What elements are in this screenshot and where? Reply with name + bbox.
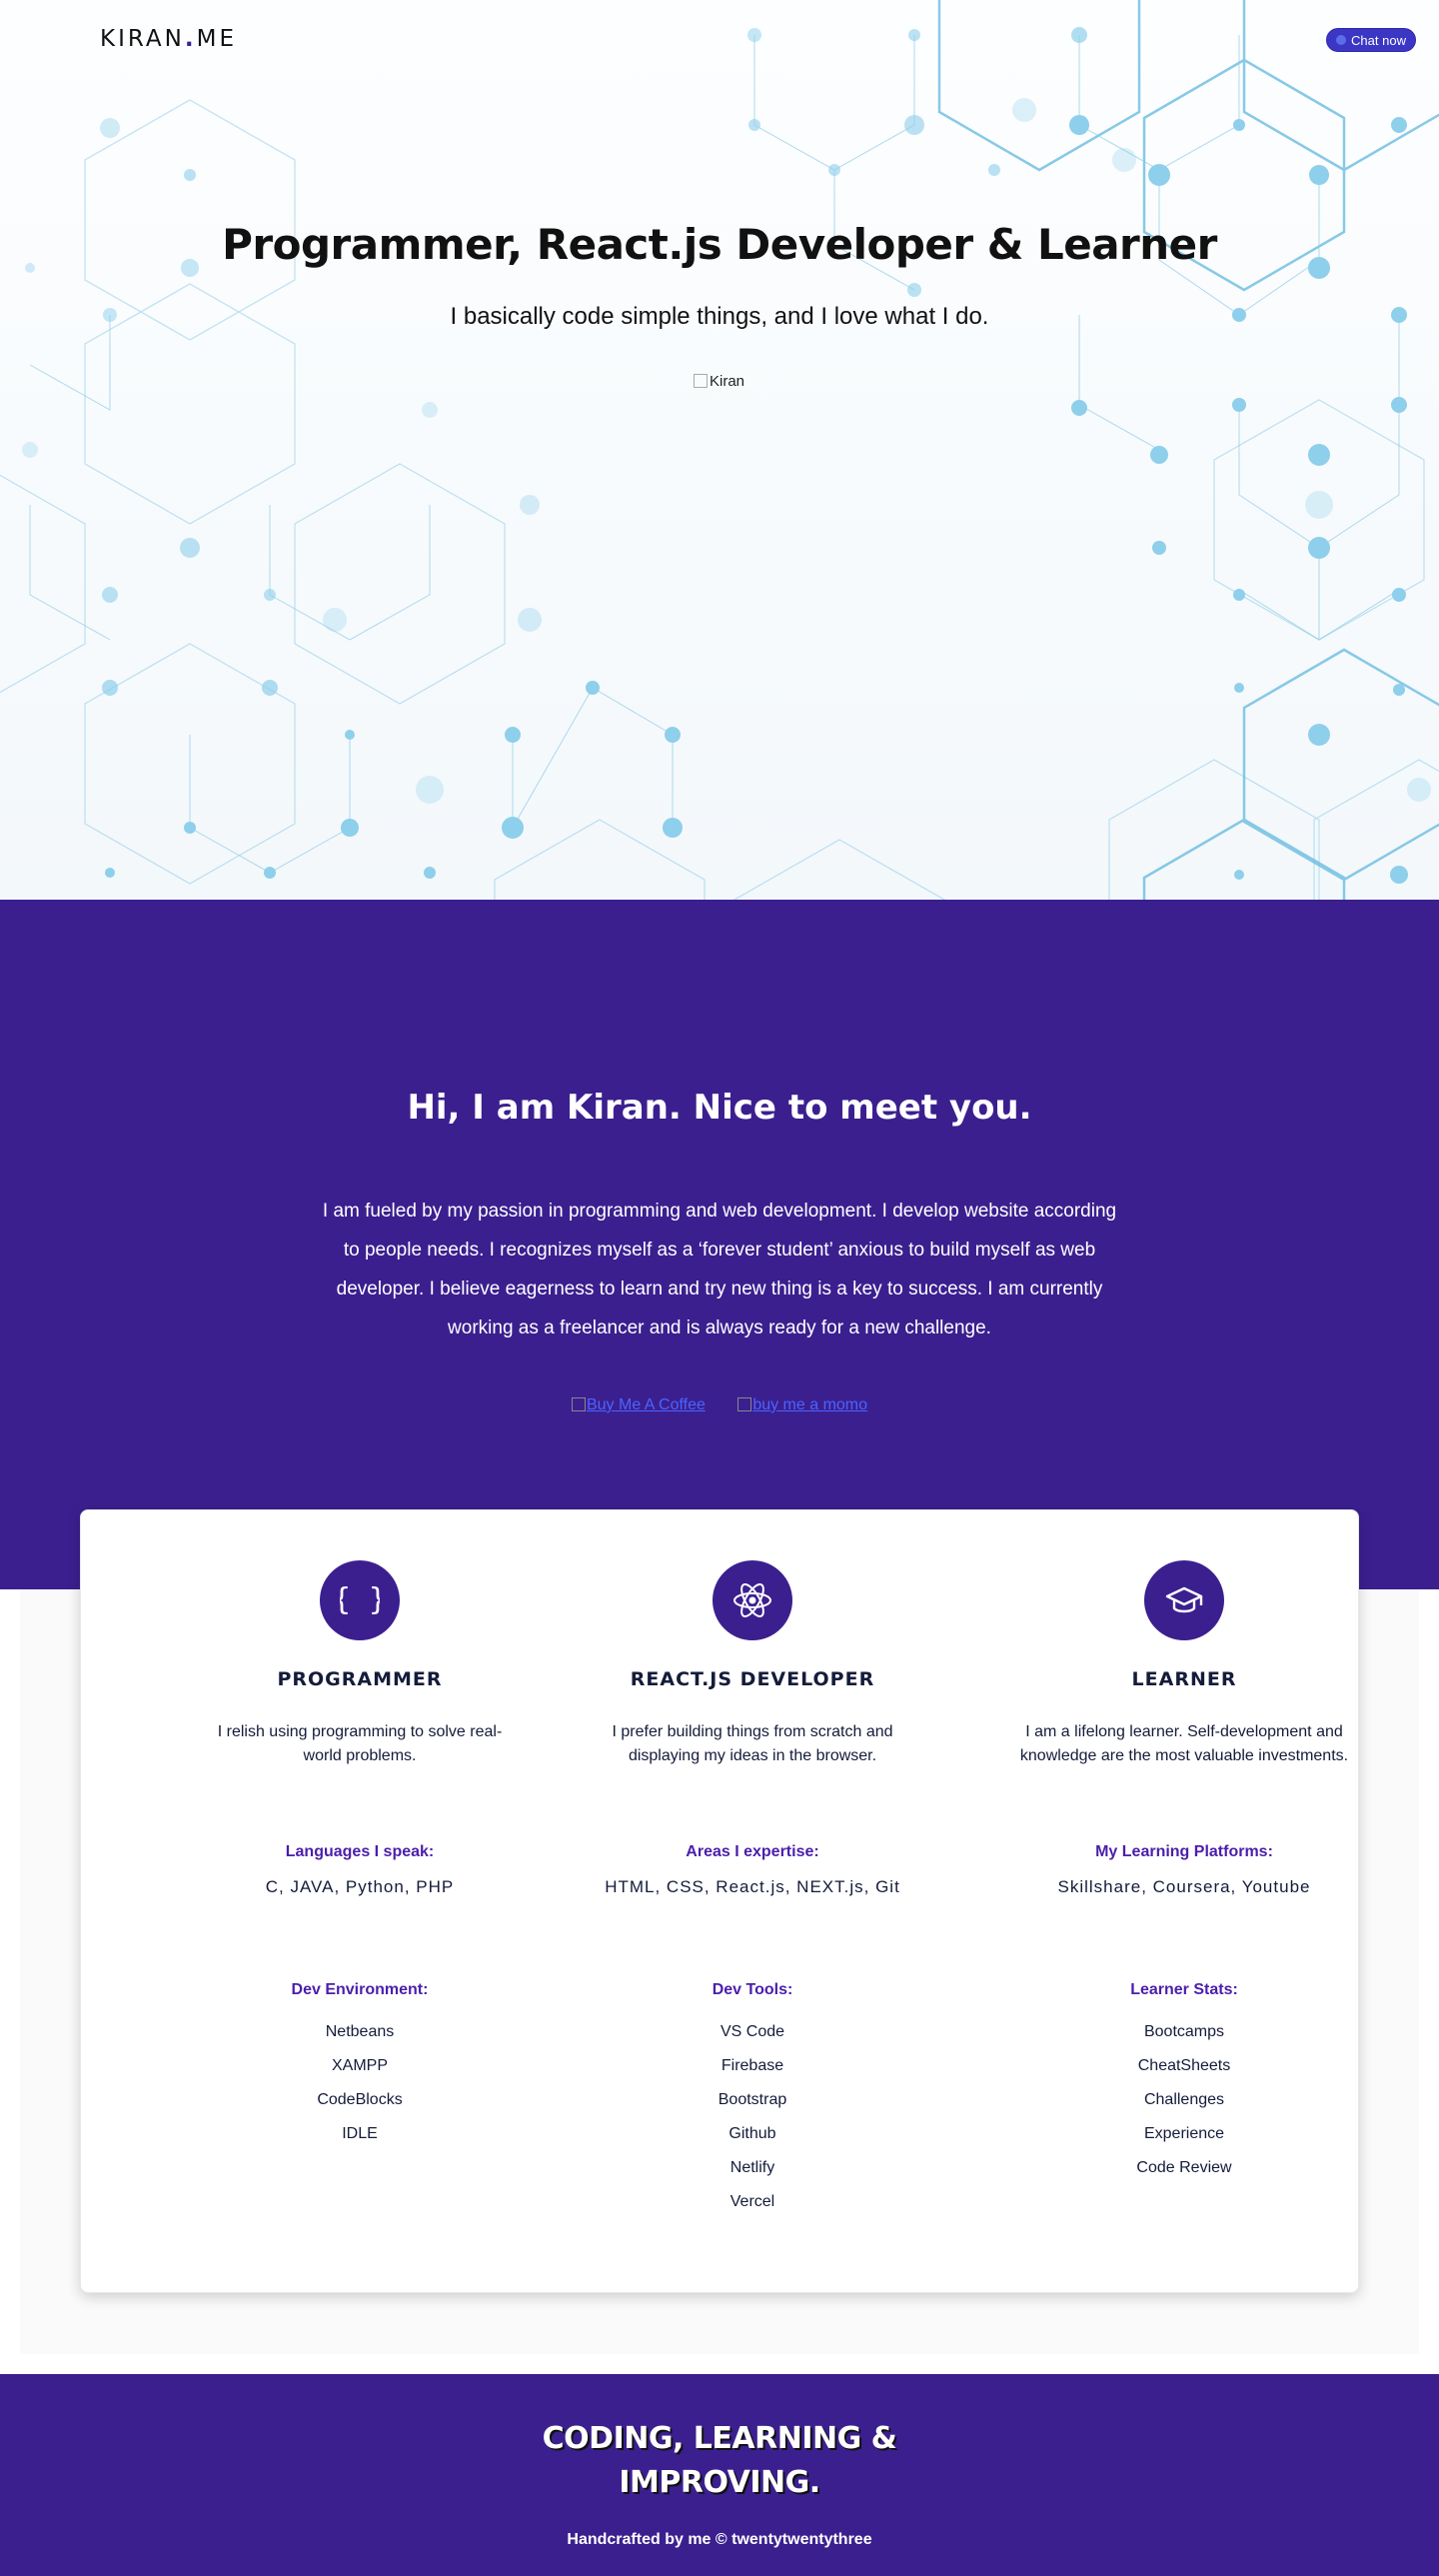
buy-me-a-coffee-link[interactable]: Buy Me A Coffee [571,1396,706,1413]
badge-alt-text: buy me a momo [752,1396,868,1413]
profile-image-alt: Kiran [710,373,745,390]
skill-sub-value: C, JAVA, Python, PHP [265,1877,455,1896]
skill-sub-value: Skillshare, Coursera, Youtube [1057,1877,1311,1896]
footer-copyright: Handcrafted by me © twentytwentythree [567,2531,872,2548]
skill-list: Netbeans XAMPP CodeBlocks IDLE [180,2015,540,2151]
footer-slogan-line: IMPROVING. [619,2465,820,2500]
about-heading: Hi, I am Kiran. Nice to meet you. [407,1088,1032,1128]
list-item: Challenges [1143,2091,1225,2108]
graduation-cap-icon [1144,1560,1224,1640]
skill-sub-heading: Languages I speak: [285,1843,435,1860]
list-item: Firebase [720,2057,784,2074]
skill-title: PROGRAMMER [277,1668,443,1690]
list-item: CheatSheets [1137,2057,1231,2074]
buy-me-a-momo-link[interactable]: buy me a momo [737,1396,867,1413]
skill-description: I am a lifelong learner. Self-developmen… [1019,1723,1349,1764]
skill-column-reactjs: REACT.JS DEVELOPER I prefer building thi… [573,1510,932,2219]
chat-now-label: Chat now [1351,32,1406,48]
skill-list-heading: Dev Tools: [712,1981,793,1998]
footer-slogan: CODING, LEARNING & IMPROVING. [0,2417,1439,2505]
skill-list-heading: Learner Stats: [1130,1981,1238,1998]
svg-text:{ }: { } [340,1582,380,1617]
skill-sub-value: HTML, CSS, React.js, NEXT.js, Git [605,1877,900,1896]
list-item: Code Review [1136,2159,1232,2176]
site-logo[interactable]: KIRAN.ME [100,26,237,52]
skill-description: I prefer building things from scratch an… [612,1723,893,1764]
skill-column-programmer: { } PROGRAMMER I relish using programmin… [180,1510,540,2151]
skill-sub-heading: Areas I expertise: [686,1843,819,1860]
badge-alt-text: Buy Me A Coffee [586,1396,706,1413]
logo-text-left: KIRAN [100,26,185,52]
list-item: Vercel [729,2193,775,2210]
chat-now-button[interactable]: Chat now [1326,28,1416,52]
about-bio: I am fueled by my passion in programming… [322,1201,1117,1338]
support-badges: Buy Me A Coffee buy me a momo [0,1396,1439,1414]
hero-title: Programmer, React.js Developer & Learner [222,220,1217,269]
logo-dot: . [184,26,197,52]
list-item: Netbeans [325,2023,395,2040]
skill-list: VS Code Firebase Bootstrap Github Netlif… [573,2015,932,2219]
skill-sub-heading: My Learning Platforms: [1095,1843,1273,1860]
list-item: CodeBlocks [317,2091,403,2108]
skill-title: LEARNER [1131,1668,1237,1690]
list-item: IDLE [342,2125,378,2142]
profile-image: Kiran [694,373,744,390]
skill-column-learner: LEARNER I am a lifelong learner. Self-de… [1004,1510,1364,2185]
skill-list: Bootcamps CheatSheets Challenges Experie… [1004,2015,1364,2185]
broken-image-icon [694,374,708,388]
skill-list-heading: Dev Environment: [291,1981,429,1998]
logo-text-right: ME [196,26,237,52]
braces-icon: { } [320,1560,400,1640]
broken-image-icon [571,1397,586,1411]
hero-tagline: I basically code simple things, and I lo… [450,303,989,330]
list-item: Netlify [729,2159,775,2176]
list-item: Bootstrap [718,2091,787,2108]
hexagon-background [0,0,1439,900]
list-item: VS Code [720,2023,785,2040]
skills-card: { } PROGRAMMER I relish using programmin… [80,1509,1359,2293]
skill-description: I relish using programming to solve real… [217,1723,503,1764]
list-item: XAMPP [331,2057,388,2074]
list-item: Bootcamps [1143,2023,1225,2040]
hero-section: KIRAN.ME Chat now Programmer, React.js D… [0,0,1439,900]
list-item: Experience [1143,2125,1225,2142]
footer-slogan-line: CODING, LEARNING & [542,2421,897,2456]
chat-icon [1336,35,1347,45]
broken-image-icon [737,1397,752,1411]
skill-title: REACT.JS DEVELOPER [630,1668,875,1690]
list-item: Github [728,2125,776,2142]
atom-icon [713,1560,792,1640]
